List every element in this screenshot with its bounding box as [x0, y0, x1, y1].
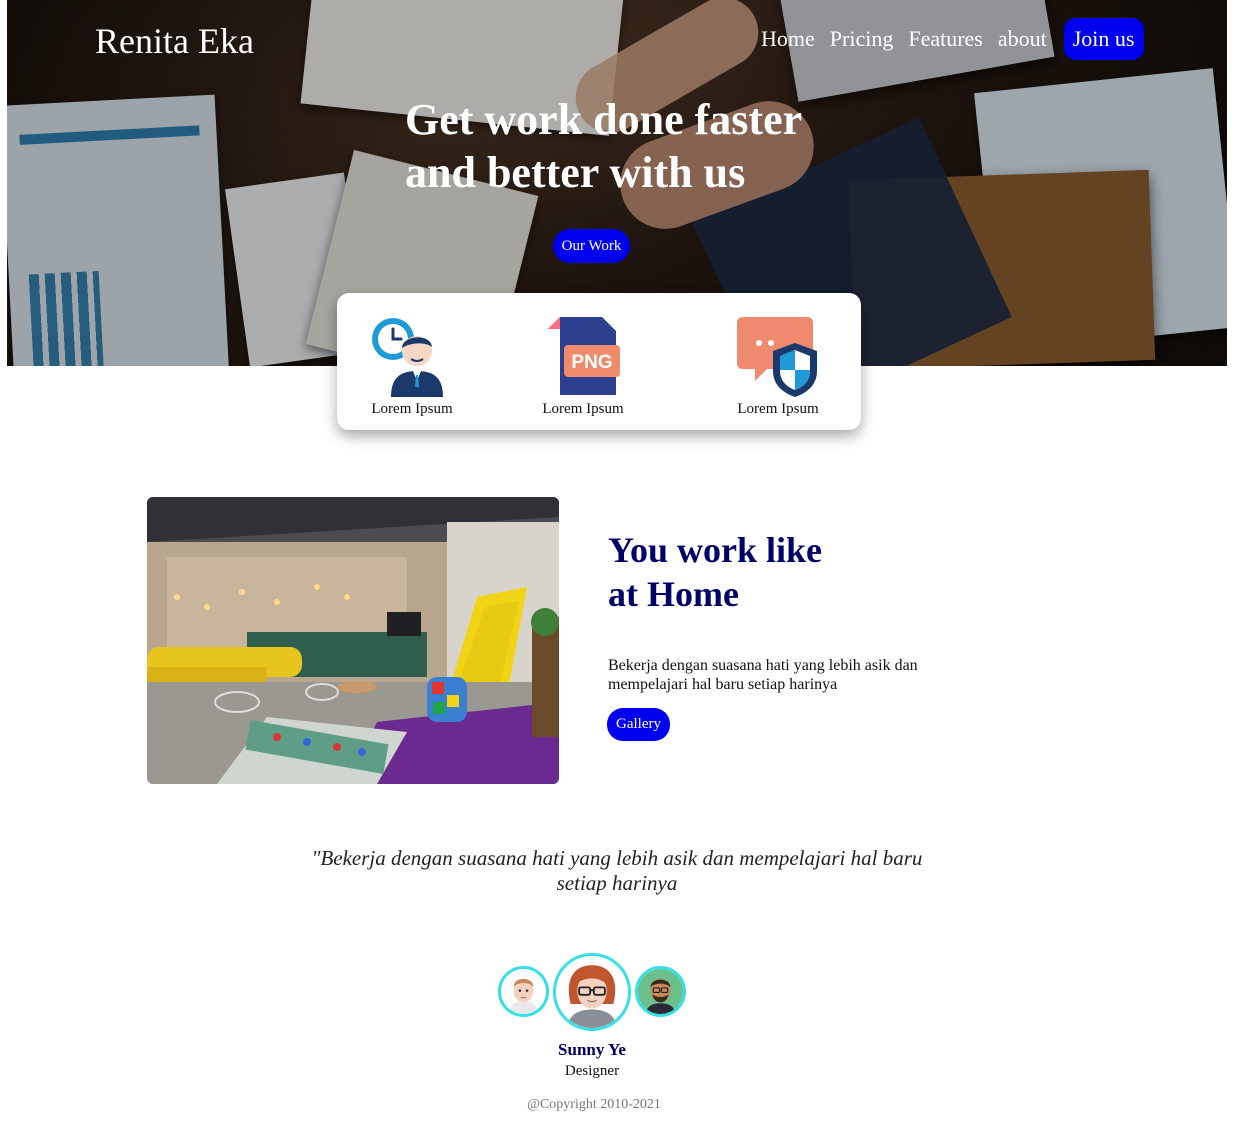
gallery-button[interactable]: Gallery: [607, 708, 670, 741]
footer-copyright: @Copyright 2010-2021: [527, 1097, 661, 1112]
feature-item[interactable]: PNG Lorem Ipsum: [513, 315, 653, 418]
site-logo[interactable]: Renita Eka: [95, 20, 254, 62]
avatar-selected[interactable]: [553, 953, 631, 1031]
man-avatar-icon: [501, 969, 546, 1014]
join-us-button[interactable]: Join us: [1063, 18, 1144, 60]
office-photo-graphic: [147, 497, 559, 784]
clock-person-icon: [372, 318, 443, 397]
testimonial-role: Designer: [564, 1063, 620, 1079]
about-title: You work like at Home: [608, 528, 822, 616]
testimonial-quote: "Bekerja dengan suasana hati yang lebih …: [311, 846, 923, 895]
nav-features[interactable]: Features: [908, 26, 983, 52]
headline-bold: better: [486, 148, 599, 197]
headline-text: Get work done: [405, 95, 695, 144]
woman-avatar-icon: [556, 956, 628, 1028]
feature-item[interactable]: Lorem Ipsum: [342, 315, 482, 418]
about-description: Bekerja dengan suasana hati yang lebih a…: [608, 657, 918, 693]
title-bold: work: [677, 530, 758, 570]
avatar[interactable]: [498, 966, 549, 1017]
title-bold: Home: [647, 574, 739, 614]
avatar-carousel: [0, 951, 1234, 1033]
main-nav: Home Pricing Features about Join us: [761, 18, 1144, 60]
features-card: Lorem Ipsum PNG Lorem Ipsum Lorem Ipsum: [337, 293, 861, 430]
svg-text:PNG: PNG: [571, 352, 612, 373]
feature-label: Lorem Ipsum: [371, 401, 453, 417]
our-work-button[interactable]: Our Work: [553, 229, 630, 263]
headline-text: with us: [598, 148, 746, 197]
nav-pricing[interactable]: Pricing: [830, 26, 894, 52]
feature-label: Lorem Ipsum: [737, 401, 819, 417]
headline-text: and: [405, 148, 487, 197]
headline-bold: faster: [694, 95, 803, 144]
nav-about[interactable]: about: [998, 26, 1047, 52]
title-text: like: [757, 530, 823, 570]
feature-label: Lorem Ipsum: [542, 401, 624, 417]
bearded-man-avatar-icon: [638, 969, 683, 1014]
chat-shield-icon: [737, 317, 817, 397]
png-file-icon: PNG: [548, 317, 620, 395]
testimonial-name: Sunny Ye: [558, 1040, 626, 1059]
avatar[interactable]: [635, 966, 686, 1017]
title-text: You: [608, 530, 678, 570]
title-text: at: [608, 574, 647, 614]
feature-item[interactable]: Lorem Ipsum: [708, 315, 848, 418]
office-photo: [147, 497, 559, 784]
hero-headline: Get work done faster and better with us: [405, 93, 905, 199]
nav-home[interactable]: Home: [761, 26, 815, 52]
